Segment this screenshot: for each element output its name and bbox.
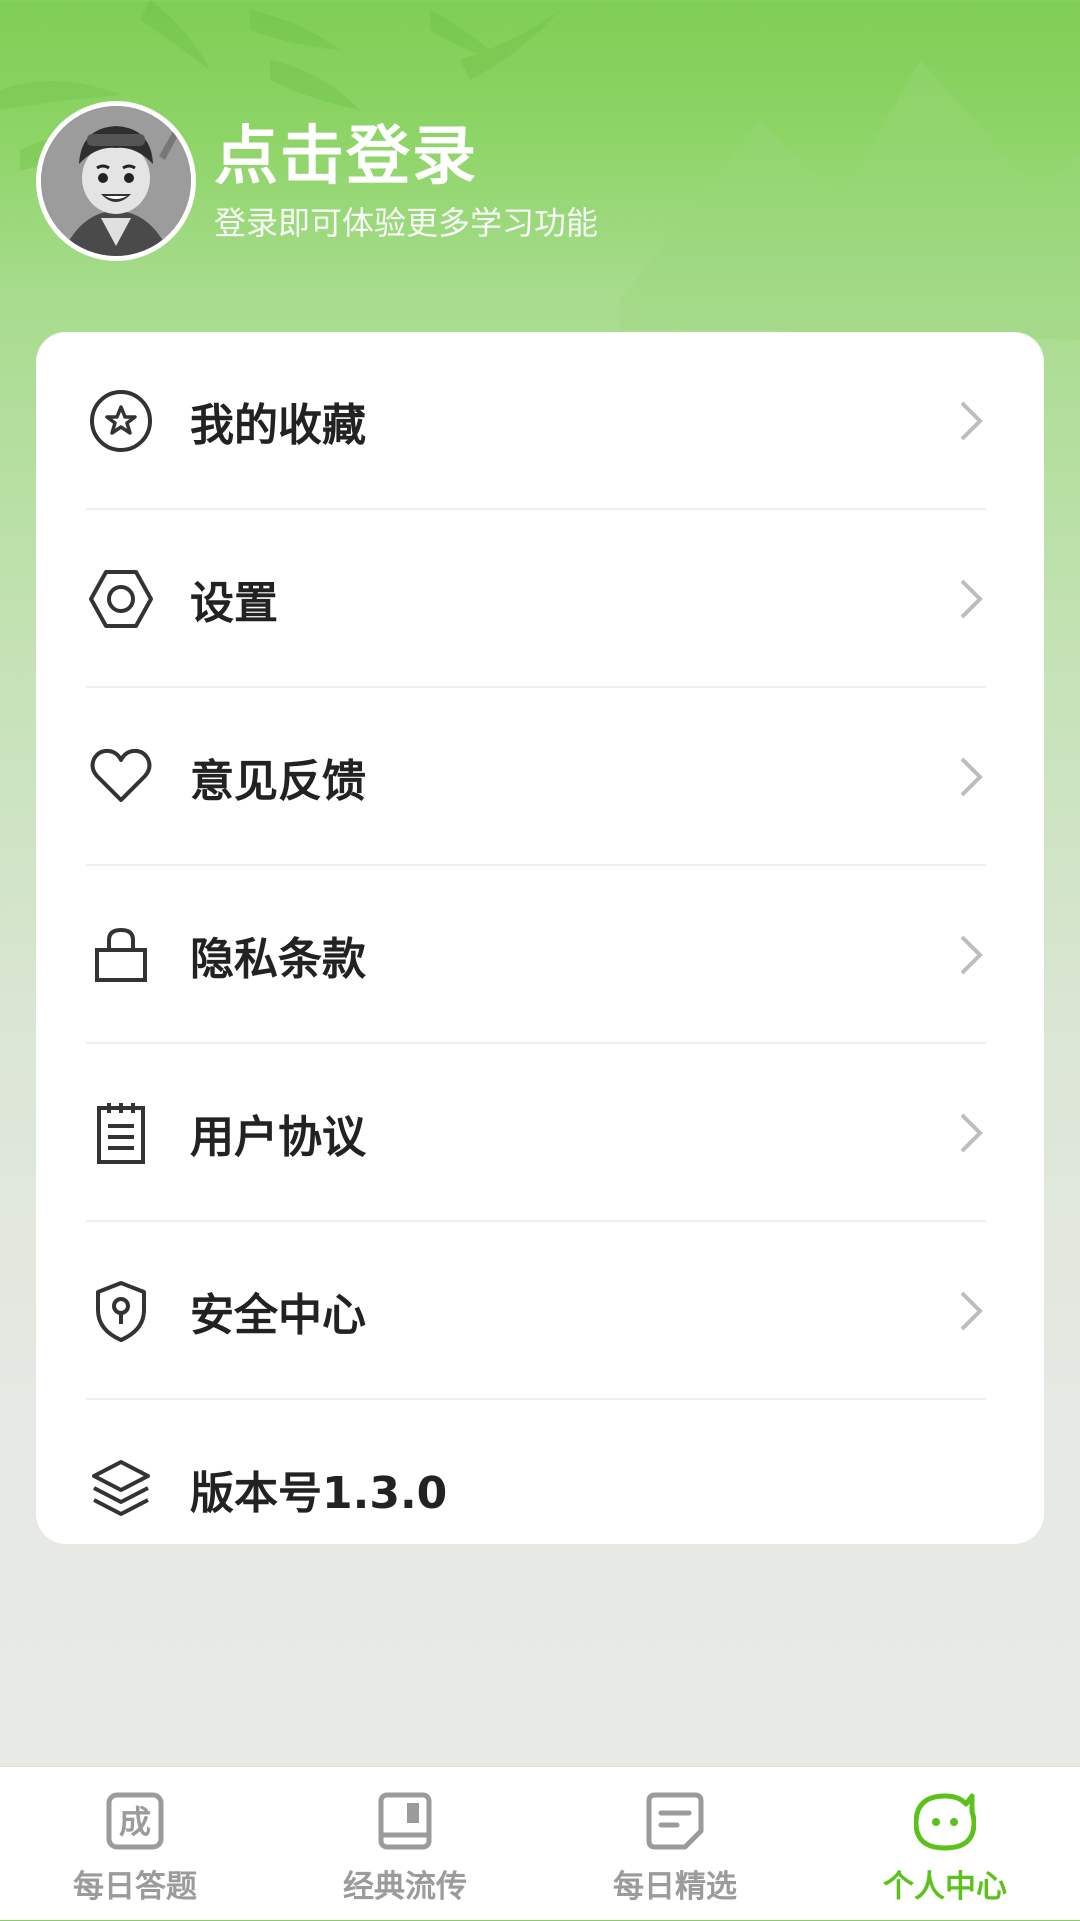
bottom-tab-bar: 成 每日答题 经典流传 每日精选 个人中心 (0, 1766, 1080, 1920)
hexagon-gear-icon (86, 564, 156, 634)
tab-daily-picks[interactable]: 每日精选 (540, 1767, 810, 1921)
menu-item-version: 版本号1.3.0 (86, 1400, 986, 1578)
menu-item-user-agreement[interactable]: 用户协议 (86, 1044, 986, 1222)
notepad-icon (86, 1098, 156, 1168)
version-label: 版本号1.3.0 (190, 1468, 448, 1519)
idiom-cheng-icon: 成 (103, 1789, 167, 1853)
tab-label: 每日精选 (613, 1869, 737, 1905)
tab-label: 每日答题 (73, 1869, 197, 1905)
tab-profile[interactable]: 个人中心 (810, 1767, 1080, 1921)
tab-label: 个人中心 (883, 1869, 1007, 1905)
login-title[interactable]: 点击登录 (214, 117, 598, 197)
chevron-right-icon (956, 752, 986, 802)
menu-item-privacy[interactable]: 隐私条款 (86, 866, 986, 1044)
menu-item-label: 安全中心 (190, 1290, 366, 1341)
tab-label: 经典流传 (343, 1869, 467, 1905)
menu-item-label: 隐私条款 (190, 934, 366, 985)
tab-classics[interactable]: 经典流传 (270, 1767, 540, 1921)
chevron-right-icon (956, 396, 986, 446)
tab-daily-quiz[interactable]: 成 每日答题 (0, 1767, 270, 1921)
avatar[interactable] (36, 101, 196, 261)
star-circle-icon (86, 386, 156, 456)
menu-item-settings[interactable]: 设置 (86, 510, 986, 688)
profile-header[interactable]: 点击登录 登录即可体验更多学习功能 (36, 96, 598, 266)
layers-icon (86, 1454, 156, 1524)
chevron-right-icon (956, 574, 986, 624)
lock-icon (86, 920, 156, 990)
chevron-right-icon (956, 930, 986, 980)
document-icon (643, 1789, 707, 1853)
tab-icon-glyph: 成 (119, 1803, 151, 1841)
menu-item-favorites[interactable]: 我的收藏 (86, 332, 986, 510)
menu-item-label: 意见反馈 (190, 756, 366, 807)
menu-card: 我的收藏 设置 意见反馈 隐私条款 用户协议 安全中心 版本号1.3.0 (36, 332, 1044, 1544)
shield-icon (86, 1276, 156, 1346)
avatar-character-image (41, 106, 191, 256)
menu-item-label: 用户协议 (190, 1112, 366, 1163)
chevron-right-icon (956, 1286, 986, 1336)
book-icon (373, 1789, 437, 1853)
chevron-right-icon (956, 1108, 986, 1158)
smiley-icon (913, 1789, 977, 1853)
menu-item-label: 设置 (190, 578, 278, 629)
menu-item-label: 我的收藏 (190, 400, 366, 451)
menu-item-feedback[interactable]: 意见反馈 (86, 688, 986, 866)
menu-item-security-center[interactable]: 安全中心 (86, 1222, 986, 1400)
heart-icon (86, 742, 156, 812)
login-subtitle: 登录即可体验更多学习功能 (214, 204, 599, 242)
